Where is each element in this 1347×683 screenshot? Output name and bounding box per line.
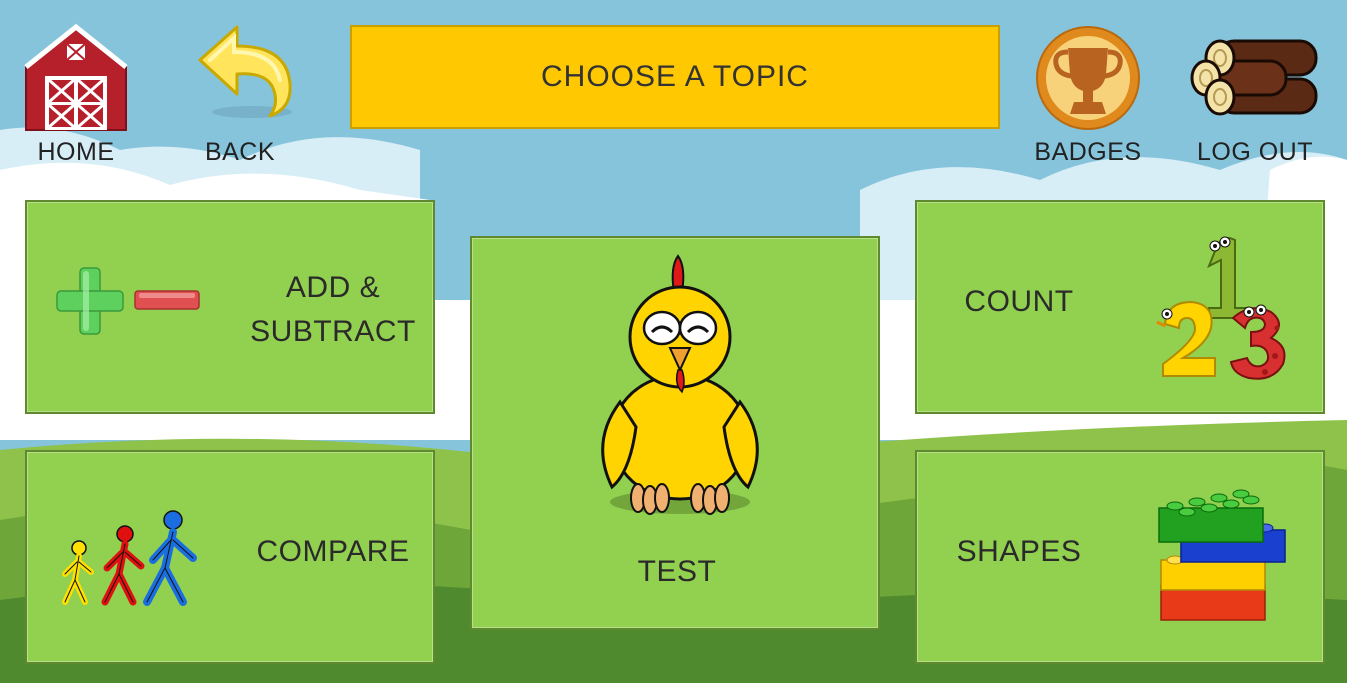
logout-button[interactable]: LOG OUT [1185,22,1325,172]
add-subtract-line1: ADD & [285,271,381,304]
logs-icon [1190,39,1318,116]
logout-label: LOG OUT [1196,138,1313,166]
walking-people-icon [62,510,197,606]
home-button[interactable]: HOME [6,22,146,172]
topic-count-button[interactable]: COUNT [915,200,1325,414]
shapes-label: SHAPES [956,535,1082,568]
plus-minus-icon [56,267,200,335]
trophy-icon [1036,26,1140,130]
compare-label: COMPARE [256,535,410,568]
badges-label: BADGES [1034,138,1142,166]
topic-add-subtract-button[interactable]: ADD & SUBTRACT [25,200,435,414]
topic-shapes-button[interactable]: SHAPES [915,450,1325,664]
topic-test-button[interactable]: TEST [470,236,880,630]
add-subtract-label: ADD & SUBTRACT [243,266,423,354]
back-label: BACK [204,138,276,166]
back-button[interactable]: BACK [170,22,310,172]
count-label: COUNT [964,285,1074,318]
badges-button[interactable]: BADGES [1018,22,1158,172]
chicken-icon [601,254,759,515]
test-label: TEST [637,555,717,588]
add-subtract-line2: SUBTRACT [250,315,416,348]
barn-icon [24,23,128,131]
topic-compare-button[interactable]: COMPARE [25,450,435,664]
blocks-icon [1158,489,1286,621]
numbers-123-icon [1156,236,1286,380]
home-label: HOME [37,138,115,166]
back-arrow-icon [198,25,292,118]
page-title: CHOOSE A TOPIC [350,25,1000,129]
